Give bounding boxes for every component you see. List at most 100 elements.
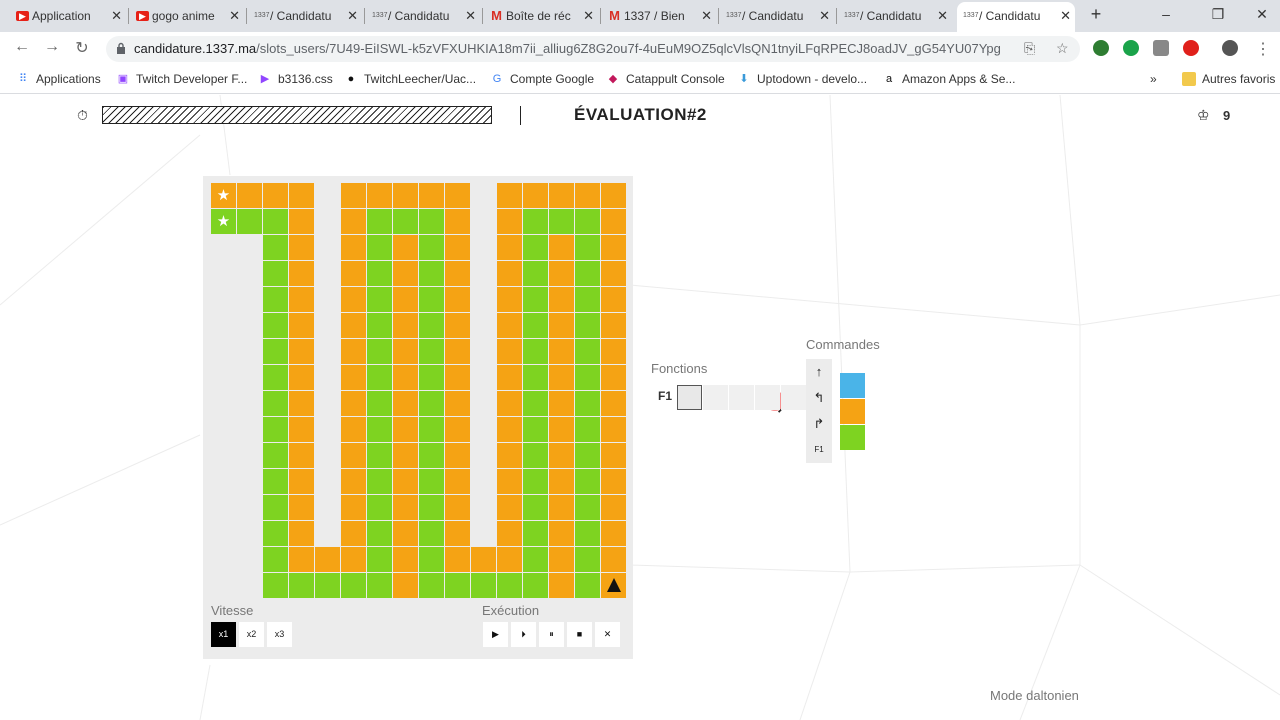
close-tab-icon[interactable]: ✕ <box>229 2 240 30</box>
address-bar[interactable]: candidature.1337.ma/slots_users/7U49-EiI… <box>106 36 1080 62</box>
tab-title: 1337 / Bien <box>624 9 685 23</box>
bookmark-item[interactable]: ⬇ Uptodown - develo... <box>737 66 867 94</box>
grid-cell-green <box>523 469 548 494</box>
grid-cell-green <box>419 547 444 572</box>
grid-cell-green <box>419 339 444 364</box>
bookmark-star-icon[interactable]: ☆ <box>1056 40 1069 57</box>
grid-cell-orange <box>497 287 522 312</box>
gmail-icon: M <box>491 8 502 23</box>
play-icon: ▶ <box>260 73 270 85</box>
f1-slot[interactable] <box>677 385 702 410</box>
f1-slot[interactable] <box>703 385 728 410</box>
grid-cell-orange <box>601 365 626 390</box>
grid-cell-orange <box>445 417 470 442</box>
play-icon[interactable]: ▶ <box>483 622 508 647</box>
restore-icon[interactable]: ❐ <box>1208 6 1228 23</box>
grid-cell-green <box>263 261 288 286</box>
new-tab-icon[interactable]: + <box>1086 4 1106 25</box>
bookmark-item[interactable]: ◆ Catappult Console <box>606 66 725 94</box>
bookmark-item[interactable]: ▶ b3136.css <box>258 66 333 94</box>
colorblind-mode-link[interactable]: Mode daltonien <box>990 688 1079 703</box>
f1-label: F1 <box>658 389 673 403</box>
more-bookmarks-button[interactable]: » <box>1150 66 1157 94</box>
close-tab-icon[interactable]: ✕ <box>111 2 122 30</box>
close-tab-icon[interactable]: ✕ <box>819 2 830 30</box>
close-tab-icon[interactable]: ✕ <box>937 2 948 30</box>
tab-title: / Candidatu <box>742 9 804 23</box>
browser-tab[interactable]: 1337/ Candidatu ✕ <box>957 2 1075 32</box>
grid-cell-green <box>575 573 600 598</box>
profile-avatar-icon[interactable] <box>1222 40 1238 56</box>
grid-cell-orange <box>445 313 470 338</box>
extension-box-icon[interactable] <box>1153 40 1169 56</box>
turn-right-icon[interactable]: ↱ <box>806 411 832 437</box>
back-icon[interactable]: ← <box>12 38 32 56</box>
color-command-orange[interactable] <box>840 399 865 424</box>
grid-cell-orange <box>289 313 314 338</box>
menu-kebab-icon[interactable]: ⋮ <box>1253 39 1273 59</box>
grid-cell-green <box>575 547 600 572</box>
close-tab-icon[interactable]: ✕ <box>701 2 712 30</box>
grid-cell-orange <box>289 287 314 312</box>
color-command-blue[interactable] <box>840 373 865 398</box>
score-value: 9 <box>1223 108 1231 123</box>
stop-icon[interactable]: ■ <box>567 622 592 647</box>
turn-left-icon[interactable]: ↰ <box>806 385 832 411</box>
reload-icon[interactable]: ↻ <box>72 38 92 58</box>
f1-slot[interactable] <box>755 385 780 410</box>
grid-cell-orange <box>497 495 522 520</box>
browser-tab[interactable]: ▶ Application ✕ <box>10 2 126 30</box>
grid-cell-orange <box>445 235 470 260</box>
browser-tab[interactable]: 1337/ Candidatu ✕ <box>248 2 362 30</box>
grid-cell-orange <box>289 235 314 260</box>
browser-tab[interactable]: 1337/ Candidatu ✕ <box>366 2 480 30</box>
grid-cell-orange <box>497 391 522 416</box>
bookmark-item[interactable]: G Compte Google <box>490 66 594 94</box>
browser-tab[interactable]: M 1337 / Bien ✕ <box>602 2 716 30</box>
grid-cell-orange <box>445 495 470 520</box>
bookmark-label: Amazon Apps & Se... <box>902 72 1016 86</box>
forward-arrow-icon[interactable]: ↑ <box>806 359 832 385</box>
grid-cell-green <box>419 261 444 286</box>
f1-command[interactable]: F1 <box>806 437 832 463</box>
f1-slot[interactable] <box>729 385 754 410</box>
bookmark-item[interactable]: ● TwitchLeecher/Uac... <box>344 66 476 94</box>
extension-icon[interactable] <box>1093 40 1109 56</box>
grid-cell-orange <box>445 261 470 286</box>
browser-tab[interactable]: 1337/ Candidatu ✕ <box>838 2 952 30</box>
speed-x1-button[interactable]: x1 <box>211 622 236 647</box>
bookmark-item[interactable]: ⠿ Applications <box>16 66 101 94</box>
bookmark-item[interactable]: ▣ Twitch Developer F... <box>116 66 248 94</box>
close-tab-icon[interactable]: ✕ <box>583 2 594 30</box>
speed-x3-button[interactable]: x3 <box>267 622 292 647</box>
opera-icon[interactable] <box>1183 40 1199 56</box>
translate-icon[interactable]: ⎘ <box>1024 40 1035 57</box>
window-close-icon[interactable]: ✕ <box>1252 6 1272 23</box>
close-tab-icon[interactable]: ✕ <box>465 2 476 30</box>
functions-label: Fonctions <box>651 361 708 376</box>
f1-slot[interactable] <box>781 385 806 410</box>
bookmark-item[interactable]: a Amazon Apps & Se... <box>882 66 1015 94</box>
grid-cell-orange <box>341 443 366 468</box>
grid-cell-orange <box>601 495 626 520</box>
step-icon[interactable]: ⏵ <box>511 622 536 647</box>
grid-cell-green <box>367 235 392 260</box>
clear-icon[interactable]: ✕ <box>595 622 620 647</box>
forward-icon[interactable]: → <box>42 38 62 56</box>
pause-icon[interactable]: ⏸ <box>539 622 564 647</box>
browser-tab[interactable]: M Boîte de réc ✕ <box>484 2 598 30</box>
browser-tab[interactable]: 1337/ Candidatu ✕ <box>720 2 834 30</box>
youtube-icon: ▶ <box>136 11 149 21</box>
speed-x2-button[interactable]: x2 <box>239 622 264 647</box>
close-tab-icon[interactable]: ✕ <box>1060 2 1071 30</box>
minimize-icon[interactable]: – <box>1156 6 1176 22</box>
color-command-green[interactable] <box>840 425 865 450</box>
extension-k-icon[interactable] <box>1123 40 1139 56</box>
grid-cell-green <box>575 417 600 442</box>
grid-cell-green <box>575 209 600 234</box>
browser-tab[interactable]: ▶ gogo anime ✕ <box>130 2 244 30</box>
close-tab-icon[interactable]: ✕ <box>347 2 358 30</box>
uptodown-icon: ⬇ <box>739 73 749 85</box>
other-bookmarks-folder[interactable]: Autres favoris <box>1182 66 1275 94</box>
tab-title: Application <box>32 9 91 23</box>
